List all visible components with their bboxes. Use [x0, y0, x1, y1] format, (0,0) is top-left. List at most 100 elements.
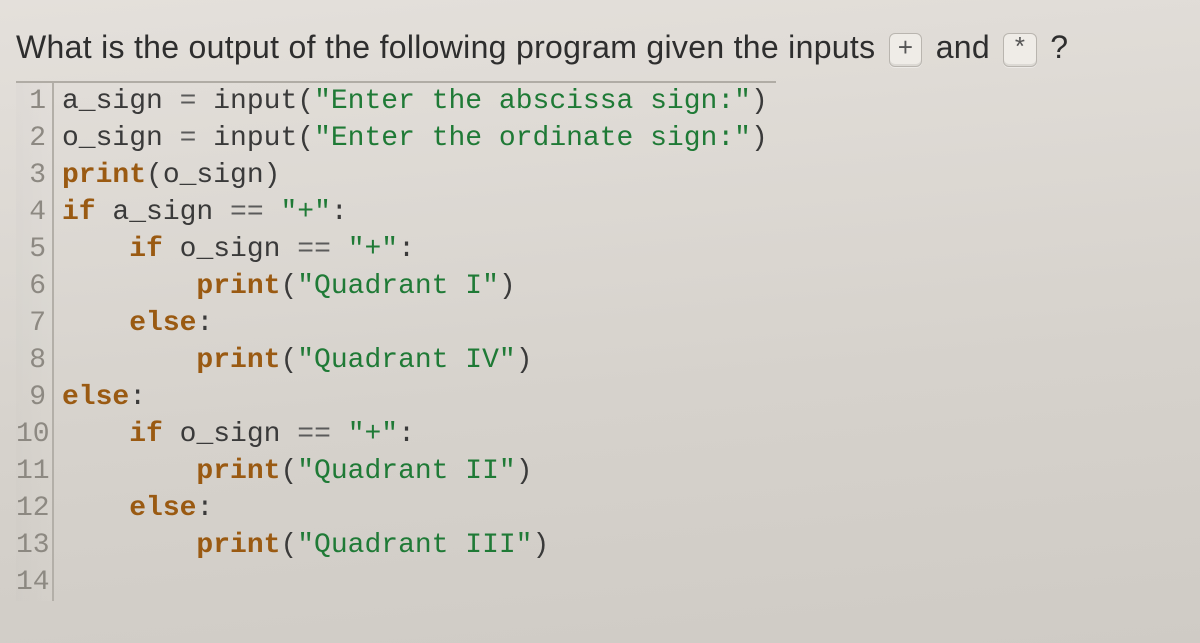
token-pun: :	[196, 308, 213, 339]
token-kw: if	[129, 419, 179, 450]
token-name: o_sign	[62, 123, 180, 154]
line-number: 10	[16, 416, 54, 453]
token-kw: else	[129, 308, 196, 339]
code-line: 6 print("Quadrant I")	[16, 268, 776, 305]
code-text: print(o_sign)	[54, 157, 280, 194]
token-name: o_sign	[180, 419, 298, 450]
token-name	[62, 308, 129, 339]
token-kw: print	[196, 271, 280, 302]
code-text: else:	[54, 379, 146, 416]
code-line: 11 print("Quadrant II")	[16, 453, 776, 490]
code-line: 13 print("Quadrant III")	[16, 527, 776, 564]
code-text: else:	[54, 305, 213, 342]
token-kw: print	[196, 345, 280, 376]
code-text: o_sign = input("Enter the ordinate sign:…	[54, 120, 768, 157]
code-line: 12 else:	[16, 490, 776, 527]
token-kw: print	[196, 456, 280, 487]
line-number: 1	[16, 83, 54, 120]
token-name	[62, 419, 129, 450]
token-pun: :	[398, 419, 415, 450]
code-text: print("Quadrant I")	[54, 268, 516, 305]
token-pun: :	[129, 382, 146, 413]
question-text: What is the output of the following prog…	[16, 26, 1184, 69]
line-number: 6	[16, 268, 54, 305]
token-pun: )	[516, 345, 533, 376]
token-pun: )	[516, 456, 533, 487]
token-op: ==	[297, 419, 331, 450]
code-block: 1a_sign = input("Enter the abscissa sign…	[16, 81, 776, 601]
token-op: ==	[230, 197, 264, 228]
code-text: a_sign = input("Enter the abscissa sign:…	[54, 83, 768, 120]
token-name	[331, 234, 348, 265]
token-name	[62, 345, 196, 376]
token-name: a_sign	[112, 197, 230, 228]
token-name	[62, 493, 129, 524]
token-name: o_sign	[180, 234, 298, 265]
input-key-2: *	[1003, 33, 1037, 67]
code-line: 10 if o_sign == "+":	[16, 416, 776, 453]
token-kw: if	[62, 197, 112, 228]
token-fn: input	[213, 123, 297, 154]
token-op: ==	[297, 234, 331, 265]
token-pun: (	[280, 345, 297, 376]
token-op: =	[180, 86, 197, 117]
token-name	[62, 530, 196, 561]
token-pun: (	[280, 456, 297, 487]
token-str: "Quadrant IV"	[297, 345, 515, 376]
line-number: 13	[16, 527, 54, 564]
token-name: o_sign	[163, 160, 264, 191]
code-line: 1a_sign = input("Enter the abscissa sign…	[16, 83, 776, 120]
q-prefix: What is the output of the following prog…	[16, 29, 885, 65]
token-str: "+"	[348, 234, 398, 265]
token-pun: (	[280, 530, 297, 561]
token-str: "Quadrant III"	[297, 530, 532, 561]
code-text: if a_sign == "+":	[54, 194, 348, 231]
token-pun: )	[533, 530, 550, 561]
token-pun: )	[264, 160, 281, 191]
line-number: 5	[16, 231, 54, 268]
token-pun: (	[297, 123, 314, 154]
token-str: "Quadrant II"	[297, 456, 515, 487]
token-kw: else	[62, 382, 129, 413]
token-pun: (	[297, 86, 314, 117]
line-number: 3	[16, 157, 54, 194]
token-pun: (	[146, 160, 163, 191]
token-str: "Quadrant I"	[297, 271, 499, 302]
code-line: 4if a_sign == "+":	[16, 194, 776, 231]
token-name	[331, 419, 348, 450]
token-name	[62, 234, 129, 265]
token-name	[62, 456, 196, 487]
line-number: 14	[16, 564, 54, 601]
token-fn: input	[213, 86, 297, 117]
token-name	[62, 271, 196, 302]
code-text: else:	[54, 490, 213, 527]
page: What is the output of the following prog…	[0, 0, 1200, 643]
token-str: "+"	[348, 419, 398, 450]
q-mid: and	[936, 29, 999, 65]
code-text: if o_sign == "+":	[54, 231, 415, 268]
token-pun: )	[751, 86, 768, 117]
line-number: 9	[16, 379, 54, 416]
token-name	[264, 197, 281, 228]
token-str: "Enter the ordinate sign:"	[314, 123, 751, 154]
token-pun: )	[751, 123, 768, 154]
q-suffix: ?	[1050, 29, 1068, 65]
token-name	[196, 123, 213, 154]
token-str: "Enter the abscissa sign:"	[314, 86, 751, 117]
token-kw: print	[196, 530, 280, 561]
code-line: 7 else:	[16, 305, 776, 342]
token-kw: print	[62, 160, 146, 191]
token-op: =	[180, 123, 197, 154]
line-number: 11	[16, 453, 54, 490]
line-number: 8	[16, 342, 54, 379]
line-number: 2	[16, 120, 54, 157]
token-pun: )	[499, 271, 516, 302]
code-text: print("Quadrant IV")	[54, 342, 533, 379]
token-name	[196, 86, 213, 117]
code-line: 5 if o_sign == "+":	[16, 231, 776, 268]
token-pun: :	[331, 197, 348, 228]
code-line: 2o_sign = input("Enter the ordinate sign…	[16, 120, 776, 157]
code-text: if o_sign == "+":	[54, 416, 415, 453]
code-text: print("Quadrant III")	[54, 527, 549, 564]
token-pun: :	[398, 234, 415, 265]
